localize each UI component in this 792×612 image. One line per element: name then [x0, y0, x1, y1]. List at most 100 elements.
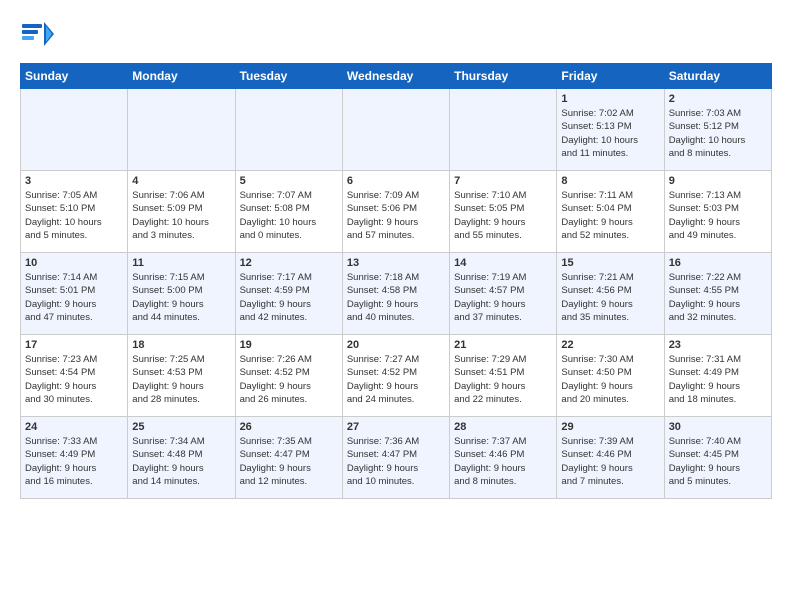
- day-number: 28: [454, 421, 552, 433]
- day-number: 23: [669, 339, 767, 351]
- day-number: 22: [561, 339, 659, 351]
- day-number: 24: [25, 421, 123, 433]
- day-number: 26: [240, 421, 338, 433]
- calendar-cell: 30 Sunrise: 7:40 AM Sunset: 4:45 PM Dayli…: [664, 417, 771, 499]
- calendar-cell: 1 Sunrise: 7:02 AM Sunset: 5:13 PM Daylig…: [557, 89, 664, 171]
- calendar-cell: 16 Sunrise: 7:22 AM Sunset: 4:55 PM Dayli…: [664, 253, 771, 335]
- calendar-cell: 13Sunrise: 7:18 AM Sunset: 4:58 PM Dayli…: [342, 253, 449, 335]
- day-number: 9: [669, 175, 767, 187]
- day-info: Sunrise: 7:03 AM Sunset: 5:12 PM Dayligh…: [669, 107, 767, 160]
- day-info: Sunrise: 7:33 AM Sunset: 4:49 PM Dayligh…: [25, 435, 123, 488]
- header-day-wednesday: Wednesday: [342, 64, 449, 89]
- day-info: Sunrise: 7:35 AM Sunset: 4:47 PM Dayligh…: [240, 435, 338, 488]
- day-info: Sunrise: 7:22 AM Sunset: 4:55 PM Dayligh…: [669, 271, 767, 324]
- calendar-cell: 8 Sunrise: 7:11 AM Sunset: 5:04 PM Daylig…: [557, 171, 664, 253]
- calendar-cell: 29 Sunrise: 7:39 AM Sunset: 4:46 PM Dayli…: [557, 417, 664, 499]
- day-info: Sunrise: 7:30 AM Sunset: 4:50 PM Dayligh…: [561, 353, 659, 406]
- day-number: 10: [25, 257, 123, 269]
- calendar-table: SundayMondayTuesdayWednesdayThursdayFrid…: [20, 63, 772, 499]
- day-number: 27: [347, 421, 445, 433]
- day-info: Sunrise: 7:07 AM Sunset: 5:08 PM Dayligh…: [240, 189, 338, 242]
- day-number: 16: [669, 257, 767, 269]
- day-number: 7: [454, 175, 552, 187]
- day-info: Sunrise: 7:10 AM Sunset: 5:05 PM Dayligh…: [454, 189, 552, 242]
- day-info: Sunrise: 7:26 AM Sunset: 4:52 PM Dayligh…: [240, 353, 338, 406]
- day-info: Sunrise: 7:34 AM Sunset: 4:48 PM Dayligh…: [132, 435, 230, 488]
- calendar-cell: 11 Sunrise: 7:15 AM Sunset: 5:00 PM Dayli…: [128, 253, 235, 335]
- day-number: 15: [561, 257, 659, 269]
- calendar-cell: 9 Sunrise: 7:13 AM Sunset: 5:03 PM Daylig…: [664, 171, 771, 253]
- day-info: Sunrise: 7:14 AM Sunset: 5:01 PM Dayligh…: [25, 271, 123, 324]
- day-number: 19: [240, 339, 338, 351]
- day-info: Sunrise: 7:25 AM Sunset: 4:53 PM Dayligh…: [132, 353, 230, 406]
- day-number: 4: [132, 175, 230, 187]
- day-number: 25: [132, 421, 230, 433]
- calendar-week-3: 10 Sunrise: 7:14 AM Sunset: 5:01 PM Dayli…: [21, 253, 772, 335]
- header-day-monday: Monday: [128, 64, 235, 89]
- header-day-saturday: Saturday: [664, 64, 771, 89]
- day-info: Sunrise: 7:19 AM Sunset: 4:57 PM Dayligh…: [454, 271, 552, 324]
- day-number: 12: [240, 257, 338, 269]
- day-info: Sunrise: 7:13 AM Sunset: 5:03 PM Dayligh…: [669, 189, 767, 242]
- header-day-tuesday: Tuesday: [235, 64, 342, 89]
- calendar-cell: 28 Sunrise: 7:37 AM Sunset: 4:46 PM Dayli…: [450, 417, 557, 499]
- header-day-sunday: Sunday: [21, 64, 128, 89]
- day-info: Sunrise: 7:27 AM Sunset: 4:52 PM Dayligh…: [347, 353, 445, 406]
- day-number: 18: [132, 339, 230, 351]
- calendar-cell: [128, 89, 235, 171]
- calendar-cell: 18 Sunrise: 7:25 AM Sunset: 4:53 PM Dayli…: [128, 335, 235, 417]
- header-day-friday: Friday: [557, 64, 664, 89]
- day-number: 13: [347, 257, 445, 269]
- calendar-cell: [235, 89, 342, 171]
- day-number: 14: [454, 257, 552, 269]
- calendar-cell: 5 Sunrise: 7:07 AM Sunset: 5:08 PM Daylig…: [235, 171, 342, 253]
- day-number: 8: [561, 175, 659, 187]
- day-info: Sunrise: 7:05 AM Sunset: 5:10 PM Dayligh…: [25, 189, 123, 242]
- day-info: Sunrise: 7:29 AM Sunset: 4:51 PM Dayligh…: [454, 353, 552, 406]
- calendar-cell: 21 Sunrise: 7:29 AM Sunset: 4:51 PM Dayli…: [450, 335, 557, 417]
- day-info: Sunrise: 7:02 AM Sunset: 5:13 PM Dayligh…: [561, 107, 659, 160]
- day-info: Sunrise: 7:39 AM Sunset: 4:46 PM Dayligh…: [561, 435, 659, 488]
- calendar-cell: 24 Sunrise: 7:33 AM Sunset: 4:49 PM Dayli…: [21, 417, 128, 499]
- day-number: 1: [561, 93, 659, 105]
- day-number: 17: [25, 339, 123, 351]
- calendar-cell: 10 Sunrise: 7:14 AM Sunset: 5:01 PM Dayli…: [21, 253, 128, 335]
- calendar-cell: 22 Sunrise: 7:30 AM Sunset: 4:50 PM Dayli…: [557, 335, 664, 417]
- day-number: 11: [132, 257, 230, 269]
- day-number: 5: [240, 175, 338, 187]
- calendar-cell: 19 Sunrise: 7:26 AM Sunset: 4:52 PM Dayli…: [235, 335, 342, 417]
- logo: [20, 16, 60, 57]
- day-info: Sunrise: 7:17 AM Sunset: 4:59 PM Dayligh…: [240, 271, 338, 324]
- day-info: Sunrise: 7:09 AM Sunset: 5:06 PM Dayligh…: [347, 189, 445, 242]
- calendar-cell: 25 Sunrise: 7:34 AM Sunset: 4:48 PM Dayli…: [128, 417, 235, 499]
- logo-icon: [20, 16, 56, 57]
- calendar-cell: 15 Sunrise: 7:21 AM Sunset: 4:56 PM Dayli…: [557, 253, 664, 335]
- calendar-cell: 23 Sunrise: 7:31 AM Sunset: 4:49 PM Dayli…: [664, 335, 771, 417]
- day-info: Sunrise: 7:37 AM Sunset: 4:46 PM Dayligh…: [454, 435, 552, 488]
- page: SundayMondayTuesdayWednesdayThursdayFrid…: [0, 0, 792, 511]
- day-info: Sunrise: 7:15 AM Sunset: 5:00 PM Dayligh…: [132, 271, 230, 324]
- day-number: 29: [561, 421, 659, 433]
- calendar-header-row: SundayMondayTuesdayWednesdayThursdayFrid…: [21, 64, 772, 89]
- day-number: 21: [454, 339, 552, 351]
- day-info: Sunrise: 7:40 AM Sunset: 4:45 PM Dayligh…: [669, 435, 767, 488]
- day-info: Sunrise: 7:23 AM Sunset: 4:54 PM Dayligh…: [25, 353, 123, 406]
- day-info: Sunrise: 7:21 AM Sunset: 4:56 PM Dayligh…: [561, 271, 659, 324]
- day-number: 2: [669, 93, 767, 105]
- calendar-cell: 2 Sunrise: 7:03 AM Sunset: 5:12 PM Daylig…: [664, 89, 771, 171]
- calendar-cell: 20Sunrise: 7:27 AM Sunset: 4:52 PM Dayli…: [342, 335, 449, 417]
- day-number: 30: [669, 421, 767, 433]
- calendar-week-5: 24 Sunrise: 7:33 AM Sunset: 4:49 PM Dayli…: [21, 417, 772, 499]
- calendar-cell: 3Sunrise: 7:05 AM Sunset: 5:10 PM Daylig…: [21, 171, 128, 253]
- calendar-cell: 17 Sunrise: 7:23 AM Sunset: 4:54 PM Dayli…: [21, 335, 128, 417]
- calendar-cell: [342, 89, 449, 171]
- calendar-cell: [450, 89, 557, 171]
- calendar-cell: 4 Sunrise: 7:06 AM Sunset: 5:09 PM Daylig…: [128, 171, 235, 253]
- day-info: Sunrise: 7:11 AM Sunset: 5:04 PM Dayligh…: [561, 189, 659, 242]
- calendar-cell: 6Sunrise: 7:09 AM Sunset: 5:06 PM Daylig…: [342, 171, 449, 253]
- calendar-week-4: 17 Sunrise: 7:23 AM Sunset: 4:54 PM Dayli…: [21, 335, 772, 417]
- day-info: Sunrise: 7:31 AM Sunset: 4:49 PM Dayligh…: [669, 353, 767, 406]
- header-day-thursday: Thursday: [450, 64, 557, 89]
- day-info: Sunrise: 7:06 AM Sunset: 5:09 PM Dayligh…: [132, 189, 230, 242]
- calendar-week-2: 3Sunrise: 7:05 AM Sunset: 5:10 PM Daylig…: [21, 171, 772, 253]
